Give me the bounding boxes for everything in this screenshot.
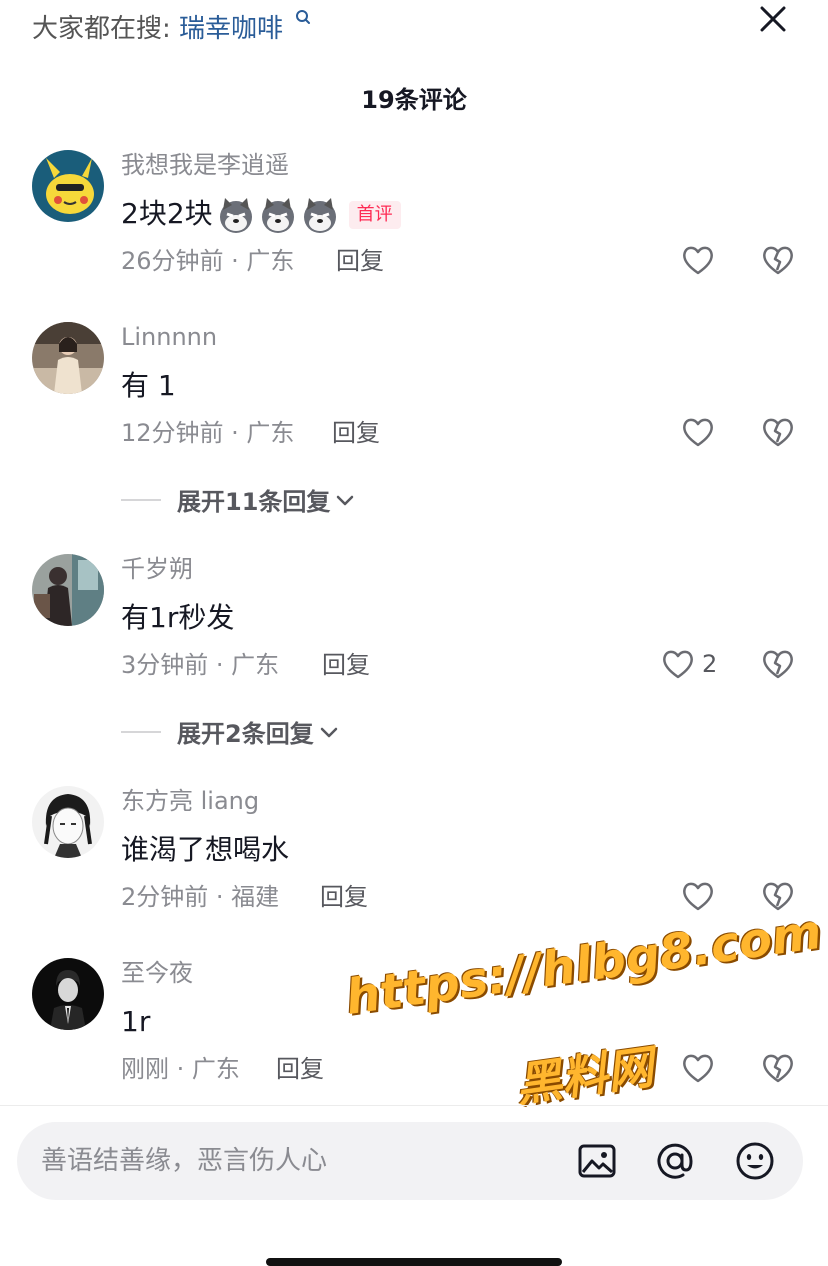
broken-heart-icon[interactable] [760, 242, 796, 278]
comment-count: 19条评论 [361, 86, 467, 114]
avatar[interactable] [32, 554, 104, 626]
comment-text: 谁渴了想喝水 [121, 833, 290, 866]
emoji-icon[interactable] [735, 1141, 775, 1181]
like-button[interactable] [680, 242, 716, 278]
husky-emoji-icon [219, 198, 252, 233]
comment-item: 千岁朔 有1r秒发 3分钟前 · 广东 回复 2 [0, 554, 828, 714]
input-divider [0, 1105, 828, 1106]
reply-button[interactable]: 回复 [336, 246, 384, 276]
comment-input[interactable]: 善语结善缘，恶言伤人心 [41, 1142, 327, 1180]
comment-text: 2块2块 首评 [121, 194, 401, 234]
comment-item: 至今夜 1r 刚刚 · 广东 回复 [0, 958, 828, 1118]
expand-replies-button[interactable]: 展开2条回复 [121, 714, 340, 754]
home-indicator[interactable] [266, 1258, 562, 1266]
heart-icon [663, 650, 693, 679]
expand-replies-button[interactable]: 展开11条回复 [121, 482, 356, 522]
comment-time-location: 12分钟前 · 广东 [121, 419, 295, 447]
comment-time-location: 2分钟前 · 福建 [121, 883, 280, 911]
comment-item: 我想我是李逍遥 2块2块 首评 26分钟前 · 广东 回复 [0, 150, 828, 310]
top-bar: 大家都在搜: 瑞幸咖啡 [0, 0, 828, 60]
broken-heart-icon[interactable] [760, 1050, 796, 1086]
comment-username[interactable]: Linnnnn [121, 322, 217, 352]
reply-button[interactable]: 回复 [322, 650, 370, 680]
comment-time-location: 刚刚 · 广东 [121, 1055, 240, 1083]
expand-replies-label: 展开11条回复 [177, 488, 331, 516]
comment-text: 1r [121, 1005, 151, 1038]
comment-input-bar[interactable]: 善语结善缘，恶言伤人心 [17, 1122, 803, 1200]
reply-button[interactable]: 回复 [276, 1054, 324, 1084]
broken-heart-icon[interactable] [760, 878, 796, 914]
chevron-down-icon [320, 727, 337, 737]
comment-username[interactable]: 东方亮 liang [121, 786, 259, 816]
comment-username[interactable]: 千岁朔 [121, 554, 193, 584]
reply-button[interactable]: 回复 [320, 882, 368, 912]
divider-line [121, 730, 161, 733]
heart-icon [683, 418, 713, 447]
comment-text: 有 1 [121, 369, 176, 402]
like-button[interactable] [680, 414, 716, 450]
like-button[interactable] [680, 878, 716, 914]
at-icon[interactable] [655, 1141, 695, 1181]
image-icon[interactable] [577, 1141, 617, 1181]
reply-button[interactable]: 回复 [332, 418, 380, 448]
trending-search-prefix: 大家都在搜: [32, 14, 171, 44]
avatar[interactable] [32, 150, 104, 222]
comment-username[interactable]: 至今夜 [121, 958, 193, 988]
like-button[interactable] [680, 1050, 716, 1086]
heart-icon [683, 882, 713, 911]
first-comment-badge: 首评 [348, 201, 401, 229]
comment-time-location: 3分钟前 · 广东 [121, 651, 280, 679]
heart-icon [683, 1054, 713, 1083]
expand-replies-label: 展开2条回复 [177, 720, 314, 748]
heart-icon [683, 246, 713, 275]
comment-username[interactable]: 我想我是李逍遥 [121, 150, 289, 180]
trending-search-keyword[interactable]: 瑞幸咖啡 [179, 14, 283, 44]
like-button[interactable]: 2 [660, 646, 717, 682]
avatar[interactable] [32, 958, 104, 1030]
husky-emoji-icon [303, 198, 336, 233]
trending-search[interactable]: 大家都在搜: 瑞幸咖啡 [32, 8, 315, 45]
broken-heart-icon[interactable] [760, 646, 796, 682]
avatar[interactable] [32, 786, 104, 858]
avatar[interactable] [32, 322, 104, 394]
comment-text: 有1r秒发 [121, 601, 235, 634]
husky-emoji-icon [261, 198, 294, 233]
close-icon[interactable] [756, 2, 790, 36]
search-icon [296, 10, 311, 24]
comment-time-location: 26分钟前 · 广东 [121, 247, 295, 275]
comment-item: 东方亮 liang 谁渴了想喝水 2分钟前 · 福建 回复 [0, 786, 828, 946]
divider-line [121, 498, 161, 501]
comment-text-body: 2块2块 [121, 197, 213, 230]
broken-heart-icon[interactable] [760, 414, 796, 450]
like-count: 2 [702, 650, 718, 678]
comment-item: Linnnnn 有 1 12分钟前 · 广东 回复 [0, 322, 828, 482]
chevron-down-icon [337, 495, 354, 505]
